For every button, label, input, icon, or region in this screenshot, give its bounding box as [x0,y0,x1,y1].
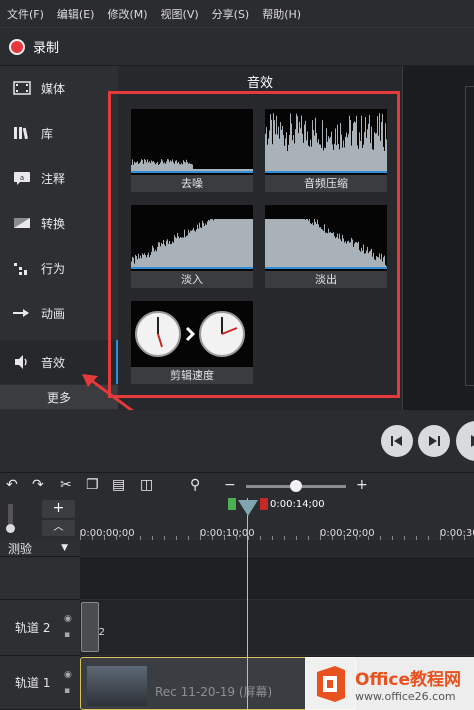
playhead-handle[interactable] [238,500,258,516]
sidebar-item-animations[interactable]: 动画 [0,291,118,335]
copy-icon[interactable]: ❐ [86,477,99,493]
play-button[interactable] [456,421,474,461]
sidebar-item-label: 音效 [41,355,66,370]
split-icon[interactable]: ◫ [140,477,153,493]
chevron-down-icon[interactable]: ▼ [61,543,68,553]
clip-label: Rec 11-20-19 (屏幕) [155,685,273,699]
preview-canvas [402,66,474,410]
sidebar-item-behaviors[interactable]: 行为 [0,246,118,290]
quiz-lane[interactable] [80,540,474,557]
clip-small-label: 2 [98,627,105,638]
selection-start-marker[interactable] [228,498,236,510]
step-back-icon [391,436,402,446]
quiz-track-header[interactable]: 测验 ▼ [0,540,80,557]
time-label: 0:00:20;00 [320,528,375,539]
track-height-handle[interactable] [6,524,15,533]
time-label: 0:00:30 [440,528,474,539]
eye-icon[interactable]: ◉ [64,670,72,680]
sidebar-item-label: 注释 [41,171,66,186]
menu-help[interactable]: 帮助(H) [262,6,301,22]
eye-icon[interactable]: ◉ [64,614,72,624]
sidebar-item-label: 媒体 [41,81,66,96]
sidebar-item-media[interactable]: 媒体 [0,66,118,110]
redo-icon[interactable]: ↷ [32,477,44,493]
play-icon [471,435,474,447]
add-track-button[interactable]: + [42,500,75,518]
track-label: 轨道 1 [15,676,51,690]
record-bar: 录制 [0,27,474,65]
clip-thumbnail [87,666,147,706]
annotation-icon: a [12,170,32,186]
empty-track-header [0,557,80,600]
record-icon[interactable] [9,38,25,55]
undo-icon[interactable]: ↶ [6,477,18,493]
film-icon [12,80,32,96]
timeline-track-controls: + ︿ [0,498,80,540]
office-logo-icon [317,665,345,702]
sidebar-item-label: 库 [41,126,54,141]
speaker-icon [12,354,32,370]
collapse-tracks-button[interactable]: ︿ [42,520,75,536]
step-forward-button[interactable] [418,425,450,457]
zoom-icon[interactable]: ⚲ [190,477,200,493]
lock-icon[interactable]: ▪ [64,630,70,640]
animation-icon [12,305,32,321]
quiz-marker-label: 测验 [8,541,33,556]
track-2-header[interactable]: 轨道 2 ◉ ▪ [0,600,80,656]
menu-view[interactable]: 视图(V) [161,6,199,22]
sidebar-item-transitions[interactable]: 转换 [0,201,118,245]
library-icon [12,125,32,141]
watermark-url: www.office26.com [355,689,456,703]
menu-file[interactable]: 文件(F) [7,6,44,22]
paste-icon[interactable]: ▤ [112,477,125,493]
menu-bar: 文件(F) 编辑(E) 修改(M) 视图(V) 分享(S) 帮助(H) [0,0,474,27]
sidebar-item-library[interactable]: 库 [0,111,118,155]
track-1-header[interactable]: 轨道 1 ◉ ▪ [0,656,80,710]
track-label: 轨道 2 [15,621,51,635]
svg-text:a: a [20,174,24,182]
menu-edit[interactable]: 编辑(E) [57,6,95,22]
sidebar-item-label: 转换 [41,216,66,231]
track-2-lane[interactable]: 2 [80,600,474,656]
playhead-time: 0:00:14;00 [270,499,325,510]
time-label: 0:00:00;00 [80,528,135,539]
timeline-toolbar: ↶ ↷ ✂ ❐ ▤ ◫ ⚲ − + [0,472,474,498]
zoom-out-button[interactable]: − [224,477,236,493]
sidebar: 媒体 库 a 注释 转换 行为 动画 音效 更多 [0,66,118,410]
watermark-brand: Office教程网 [355,669,462,690]
sidebar-item-label: 动画 [41,306,66,321]
empty-lane[interactable] [80,557,474,600]
highlight-box [108,91,400,398]
playhead-line [247,498,248,710]
step-back-button[interactable] [381,425,413,457]
zoom-in-button[interactable]: + [356,477,368,493]
canvas-frame [465,86,474,386]
panel-title: 音效 [246,76,273,91]
lock-icon[interactable]: ▪ [64,686,70,696]
menu-share[interactable]: 分享(S) [212,6,250,22]
record-button[interactable]: 录制 [33,37,59,56]
timeline-ruler[interactable]: 0:00:14;00 0:00:00;00 0:00:10;00 0:00:20… [80,498,474,540]
sidebar-item-label: 行为 [41,261,66,276]
playback-controls [0,410,474,472]
menu-modify[interactable]: 修改(M) [107,6,147,22]
transition-icon [12,215,32,231]
zoom-slider-handle[interactable] [290,480,302,492]
selection-end-marker[interactable] [260,498,268,510]
cut-icon[interactable]: ✂ [60,477,72,493]
audio-clip[interactable]: 2 [81,602,105,652]
step-forward-icon [429,436,440,446]
watermark: Office教程网 www.office26.com [305,657,474,710]
sidebar-item-annotations[interactable]: a 注释 [0,156,118,200]
behavior-icon [12,260,32,276]
